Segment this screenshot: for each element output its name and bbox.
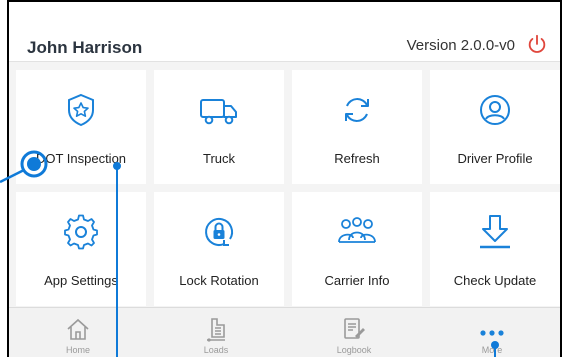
app-header: John Harrison Version 2.0.0-v0 bbox=[9, 2, 560, 62]
truck-icon bbox=[200, 99, 237, 125]
tab-more[interactable]: More bbox=[423, 308, 560, 357]
user-name: John Harrison bbox=[27, 38, 143, 57]
tab-label: More bbox=[481, 345, 503, 355]
tile-label: Truck bbox=[202, 151, 236, 166]
refresh-icon bbox=[345, 98, 369, 122]
tile-label: DOT Inspection bbox=[35, 151, 127, 166]
clipboard-icon bbox=[207, 318, 225, 342]
menu-grid: DOT Inspection Truck Refresh Driver Prof… bbox=[9, 65, 560, 306]
tile-truck[interactable]: Truck bbox=[154, 70, 284, 184]
gear-icon bbox=[64, 214, 98, 250]
tile-lock-rotation[interactable]: Lock Rotation bbox=[154, 192, 284, 306]
tab-logbook[interactable]: Logbook bbox=[285, 308, 423, 357]
tile-label: Driver Profile bbox=[457, 151, 533, 166]
tab-label: Home bbox=[65, 345, 90, 355]
tab-label: Logbook bbox=[336, 345, 372, 355]
tab-label: Loads bbox=[203, 345, 229, 355]
tile-carrier-info[interactable]: Carrier Info bbox=[292, 192, 422, 306]
tile-refresh[interactable]: Refresh bbox=[292, 70, 422, 184]
more-dots-icon bbox=[480, 330, 504, 336]
tab-home[interactable]: Home bbox=[9, 308, 147, 357]
home-icon bbox=[67, 318, 89, 340]
tile-dot-inspection[interactable]: DOT Inspection bbox=[16, 70, 146, 184]
tile-app-settings[interactable]: App Settings bbox=[16, 192, 146, 306]
tile-label: Carrier Info bbox=[324, 273, 390, 288]
tile-label: App Settings bbox=[44, 273, 118, 288]
logbook-icon bbox=[344, 318, 365, 339]
lock-rotation-icon bbox=[205, 218, 233, 246]
download-icon bbox=[480, 215, 510, 249]
power-icon[interactable] bbox=[526, 33, 548, 55]
people-group-icon bbox=[338, 217, 376, 243]
user-circle-icon bbox=[480, 95, 510, 125]
tile-label: Refresh bbox=[334, 151, 380, 166]
shield-star-icon bbox=[68, 93, 94, 127]
tab-loads[interactable]: Loads bbox=[147, 308, 285, 357]
version-label: Version 2.0.0-v0 bbox=[406, 37, 515, 54]
bottom-tab-bar: Home Loads Logbook More bbox=[9, 307, 560, 357]
tile-label: Check Update bbox=[453, 273, 537, 288]
tile-label: Lock Rotation bbox=[179, 273, 259, 288]
tile-driver-profile[interactable]: Driver Profile bbox=[430, 70, 560, 184]
app-window: John Harrison Version 2.0.0-v0 DOT Inspe… bbox=[7, 0, 562, 357]
tile-check-update[interactable]: Check Update bbox=[430, 192, 560, 306]
